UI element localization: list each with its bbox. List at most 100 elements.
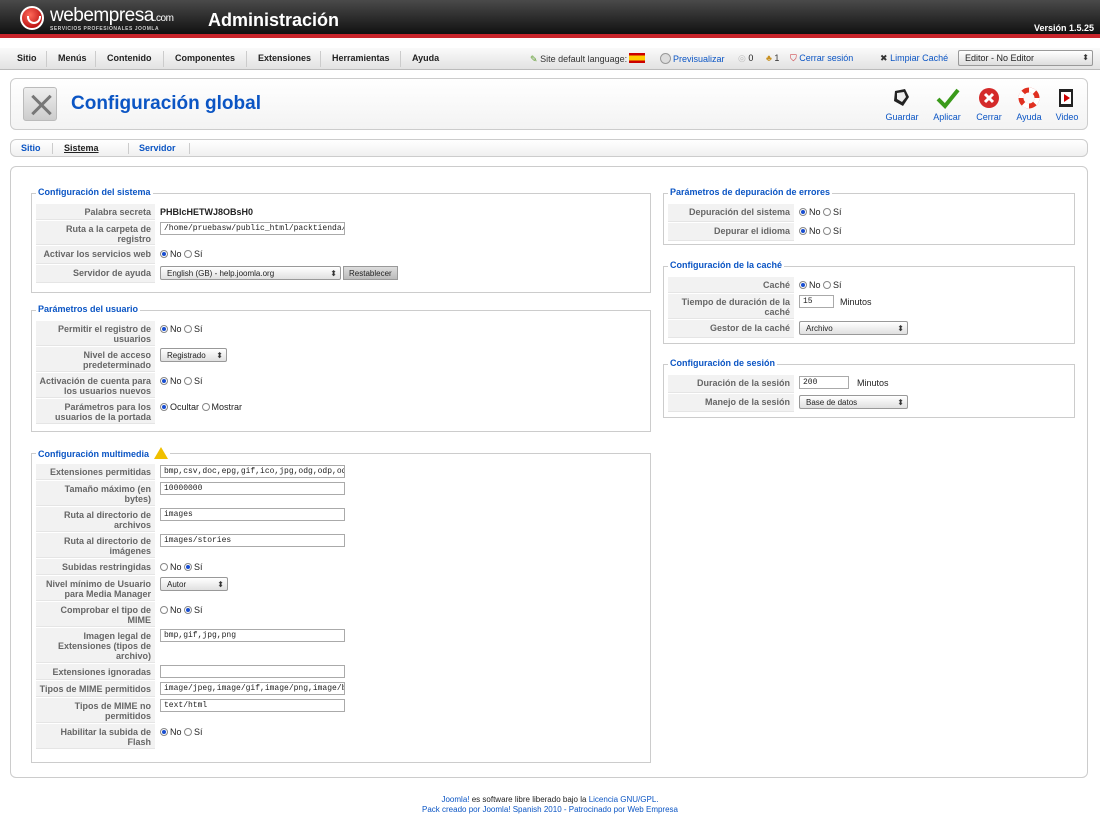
session-handler-row: Manejo de la sesión Base de datos ⬍	[668, 394, 1070, 412]
maxsize-input[interactable]: 10000000	[160, 482, 345, 495]
lifebuoy-icon	[1018, 87, 1040, 109]
activation-si-radio[interactable]	[184, 377, 193, 385]
debug-lang-si-radio[interactable]	[823, 227, 832, 235]
license-link[interactable]: Licencia GNU/GPL.	[589, 795, 659, 804]
clear-cache-link[interactable]: ✖ Limpiar Caché	[880, 53, 948, 64]
video-button[interactable]: Video	[1047, 87, 1087, 122]
debug-lang-no-radio[interactable]	[799, 227, 807, 235]
helpserver-select[interactable]: English (GB) - help.joomla.org ⬍	[160, 266, 341, 280]
menu-menus[interactable]: Menús	[58, 53, 87, 63]
cache-time-row: Tiempo de duración de la caché 15 Minuto…	[668, 294, 1070, 319]
minlevel-row: Nivel mínimo de Usuario para Media Manag…	[36, 576, 646, 601]
menu-componentes[interactable]: Componentes	[175, 53, 235, 63]
session-lifetime-unit: Minutos	[857, 378, 889, 388]
checkmark-icon	[936, 87, 960, 109]
mime-check-no-radio[interactable]	[160, 606, 168, 614]
mime-denied-input[interactable]: text/html	[160, 699, 345, 712]
activation-no-radio[interactable]	[160, 377, 168, 385]
preview-link[interactable]: Previsualizar	[660, 53, 725, 64]
mime-check-si-radio[interactable]	[184, 606, 193, 614]
secret-value: PHBlcHETWJ8OBsH0	[160, 207, 254, 217]
cache-no-radio[interactable]	[799, 281, 807, 289]
users-icon: ♣	[766, 53, 772, 63]
files-input[interactable]: images	[160, 508, 345, 521]
cache-time-label: Tiempo de duración de la caché	[668, 294, 794, 319]
menu-herramientas[interactable]: Herramientas	[332, 53, 390, 63]
editor-select[interactable]: Editor - No Editor ⬍	[958, 50, 1093, 66]
ignored-input[interactable]	[160, 665, 345, 678]
main-menu-bar: Sitio Menús Contenido Componentes Extens…	[0, 48, 1100, 70]
frontend-show-radio[interactable]	[201, 403, 210, 411]
menu-contenido[interactable]: Contenido	[107, 53, 152, 63]
debug-system-si-radio[interactable]	[823, 208, 832, 216]
restrict-row: Subidas restringidas No Sí	[36, 559, 646, 575]
access-select[interactable]: Registrado ⬍	[160, 348, 227, 362]
reset-button[interactable]: Restablecer	[343, 266, 398, 280]
mime-allowed-input[interactable]: image/jpeg,image/gif,image/png,image/bm	[160, 682, 345, 695]
legal-images-input[interactable]: bmp,gif,jpg,png	[160, 629, 345, 642]
debug-system-no-radio[interactable]	[799, 208, 807, 216]
messages-count[interactable]: ◎ 0	[738, 53, 753, 64]
webservices-no-radio[interactable]	[160, 250, 168, 258]
register-row: Permitir el registro de usuarios No Sí	[36, 321, 646, 346]
menu-extensiones[interactable]: Extensiones	[258, 53, 311, 63]
debug-lang-label: Depurar el idioma	[668, 223, 794, 241]
config-tabs: Sitio Sistema Servidor	[10, 139, 1088, 157]
cache-time-input[interactable]: 15	[799, 295, 834, 308]
menu-ayuda[interactable]: Ayuda	[412, 53, 439, 63]
access-label: Nivel de acceso predeterminado	[36, 347, 155, 372]
clear-cache-icon: ✖	[880, 53, 888, 63]
save-icon	[891, 87, 913, 109]
debug-fieldset: Parámetros de depuración de errores Depu…	[663, 187, 1075, 245]
register-si-radio[interactable]	[184, 325, 193, 333]
register-no-radio[interactable]	[160, 325, 168, 333]
flash-label: Habilitar la subida de Flash	[36, 724, 155, 749]
save-button[interactable]: Guardar	[882, 87, 922, 122]
ext-input[interactable]: bmp,csv,doc,epg,gif,ico,jpg,odg,odp,ods,…	[160, 465, 345, 478]
restrict-no-radio[interactable]	[160, 563, 168, 571]
top-header: webempresa.com SERVICIOS PROFESIONALES J…	[0, 0, 1100, 38]
legal-images-row: Imagen legal de Extensiones (tipos de ar…	[36, 628, 646, 663]
maxsize-label: Tamaño máximo (en bytes)	[36, 481, 155, 506]
version-label: Versión 1.5.25	[1033, 23, 1094, 33]
cache-si-radio[interactable]	[823, 281, 832, 289]
restrict-si-radio[interactable]	[184, 563, 193, 571]
help-button[interactable]: Ayuda	[1009, 87, 1049, 122]
tab-sistema[interactable]: Sistema	[64, 143, 99, 153]
files-row: Ruta al directorio de archivos images	[36, 507, 646, 532]
tab-servidor[interactable]: Servidor	[139, 143, 176, 153]
flash-no-radio[interactable]	[160, 728, 168, 736]
chevron-down-icon: ⬍	[217, 580, 224, 589]
cache-time-unit: Minutos	[840, 297, 872, 307]
menu-sitio[interactable]: Sitio	[17, 53, 37, 63]
restrict-label: Subidas restringidas	[36, 559, 155, 575]
logout-link[interactable]: ⛉ Cerrar sesión	[790, 53, 853, 64]
images-input[interactable]: images/stories	[160, 534, 345, 547]
legal-images-label: Imagen legal de Extensiones (tipos de ar…	[36, 628, 155, 663]
minlevel-select[interactable]: Autor ⬍	[160, 577, 228, 591]
session-lifetime-input[interactable]: 200	[799, 376, 849, 389]
apply-button[interactable]: Aplicar	[927, 87, 967, 122]
mime-check-label: Comprobar el tipo de MIME	[36, 602, 155, 627]
cache-handler-select[interactable]: Archivo ⬍	[799, 321, 908, 335]
session-lifetime-label: Duración de la sesión	[668, 375, 794, 393]
cache-fieldset: Configuración de la caché Caché No Sí Ti…	[663, 260, 1075, 344]
users-online[interactable]: ♣ 1	[766, 53, 779, 63]
film-icon	[1056, 87, 1078, 109]
frontend-hide-radio[interactable]	[160, 403, 168, 411]
system-config-legend: Configuración del sistema	[36, 187, 153, 197]
minlevel-label: Nivel mínimo de Usuario para Media Manag…	[36, 576, 155, 601]
mime-check-row: Comprobar el tipo de MIME No Sí	[36, 602, 646, 627]
message-icon: ◎	[738, 53, 746, 63]
webservices-si-radio[interactable]	[184, 250, 193, 258]
cache-handler-label: Gestor de la caché	[668, 320, 794, 338]
logpath-input[interactable]: /home/pruebasw/public_html/packtienda/lc	[160, 222, 345, 235]
tab-sitio[interactable]: Sitio	[21, 143, 41, 153]
activation-label: Activación de cuenta para los usuarios n…	[36, 373, 155, 398]
helpserver-row: Servidor de ayuda English (GB) - help.jo…	[36, 265, 646, 283]
close-button[interactable]: Cerrar	[969, 87, 1009, 122]
joomla-link[interactable]: Joomla!	[441, 795, 469, 804]
activation-row: Activación de cuenta para los usuarios n…	[36, 373, 646, 398]
flash-si-radio[interactable]	[184, 728, 193, 736]
session-handler-select[interactable]: Base de datos ⬍	[799, 395, 908, 409]
